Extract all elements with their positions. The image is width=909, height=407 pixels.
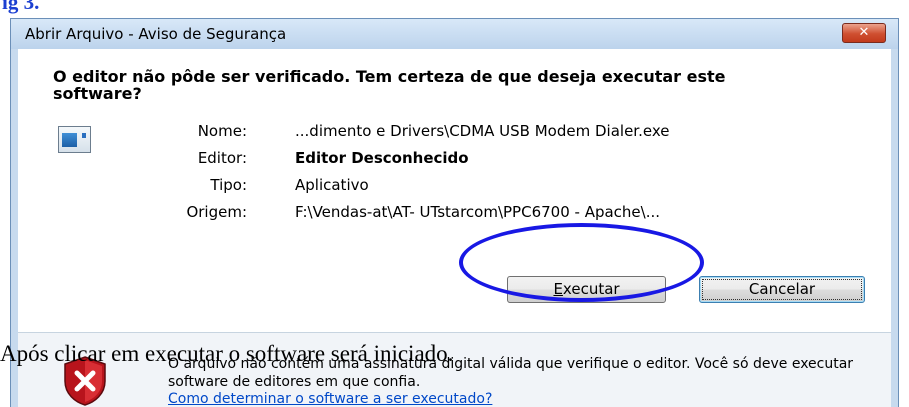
detail-value: Aplicativo (295, 176, 369, 194)
cancel-label: Cancelar (748, 280, 816, 298)
detail-label: Editor: (197, 149, 247, 167)
figure-label: ig 3. (2, 0, 40, 14)
warning-headline: O editor não pôde ser verificado. Tem ce… (53, 67, 726, 103)
detail-value: F:\Vendas-at\AT- UTstarcom\PPC6700 - Apa… (295, 203, 661, 221)
detail-value: ...dimento e Drivers\CDMA USB Modem Dial… (295, 122, 670, 140)
detail-label: Nome: (197, 122, 247, 140)
help-link[interactable]: Como determinar o software a ser executa… (168, 391, 492, 407)
detail-value: Editor Desconhecido (295, 149, 469, 167)
close-button[interactable]: ✕ (842, 23, 886, 43)
cancel-button[interactable]: Cancelar (699, 276, 865, 303)
dialog-title: Abrir Arquivo - Aviso de Segurança (25, 25, 287, 43)
highlight-ellipse (459, 223, 704, 302)
application-window-icon (58, 126, 91, 153)
close-icon: ✕ (858, 25, 870, 40)
detail-label: Tipo: (210, 176, 247, 194)
detail-label: Origem: (186, 203, 247, 221)
annotation-caption: Após clicar em executar o software será … (0, 341, 454, 366)
title-bar[interactable]: Abrir Arquivo - Aviso de Segurança ✕ (11, 19, 898, 49)
